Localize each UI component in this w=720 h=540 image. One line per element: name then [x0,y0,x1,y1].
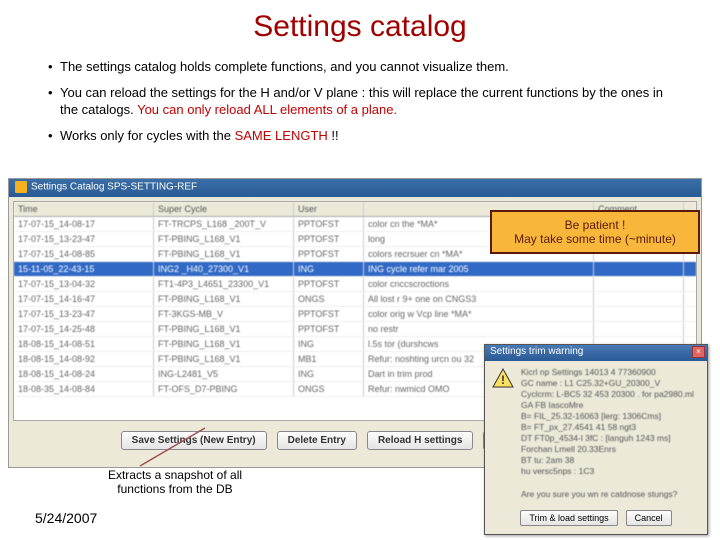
bullet-3-suffix: !! [328,128,339,143]
table-cell [594,322,684,336]
trim-warning-dialog: Settings trim warning × ! Kicrl np Setti… [484,344,708,535]
table-cell: 17-07-15_13-23-47 [14,307,154,321]
table-row[interactable]: 15-11-05_22-43-15ING2 _H40_27300_V1INGIN… [14,262,696,277]
dialog-title: Settings trim warning [490,346,583,357]
table-cell: ONGS [294,382,364,396]
table-cell: 17-07-15_14-08-85 [14,247,154,261]
table-cell: 18-08-15_14-08-92 [14,352,154,366]
table-cell: FT-OFS_D7-PBING [154,382,294,396]
table-cell: 18-08-35_14-08-84 [14,382,154,396]
table-cell: FT-PBING_L168_V1 [154,322,294,336]
table-cell: FT-PBING_L168_V1 [154,352,294,366]
table-cell: FT-PBING_L168_V1 [154,292,294,306]
bullet-2-highlight: You can only reload ALL elements of a pl… [137,102,397,117]
patient-line2: May take some time (~minute) [500,232,690,246]
table-cell: ING [294,262,364,276]
table-row[interactable]: 17-07-15_13-04-32FT1-4P3_L4651_23300_V1P… [14,277,696,292]
table-cell: FT-PBING_L168_V1 [154,247,294,261]
table-row[interactable]: 17-07-15_14-16-47FT-PBING_L168_V1ONGSAll… [14,292,696,307]
footer-date: 5/24/2007 [35,510,97,526]
col-supercycle: Super Cycle [154,202,294,216]
table-cell: 17-07-15_14-25-48 [14,322,154,336]
table-cell: ING cycle refer mar 2005 [364,262,594,276]
table-cell [594,307,684,321]
bullet-3-prefix: Works only for cycles with the [60,128,235,143]
bullet-list: The settings catalog holds complete func… [0,58,720,144]
table-cell: ING [294,337,364,351]
table-cell: 15-11-05_22-43-15 [14,262,154,276]
table-cell: 17-07-15_14-08-17 [14,217,154,231]
table-cell [594,277,684,291]
app-icon [15,181,27,193]
table-cell [594,262,684,276]
table-cell: 18-08-15_14-08-24 [14,367,154,381]
arrow-annotation [130,426,210,476]
bullet-2: You can reload the settings for the H an… [48,84,672,119]
table-cell: 18-08-15_14-08-51 [14,337,154,351]
table-cell: ING2 _H40_27300_V1 [154,262,294,276]
table-cell: PPTOFST [294,217,364,231]
table-cell: FT1-4P3_L4651_23300_V1 [154,277,294,291]
delete-entry-button[interactable]: Delete Entry [277,431,357,450]
table-cell: 17-07-15_13-04-32 [14,277,154,291]
callout-be-patient: Be patient ! May take some time (~minute… [490,210,700,254]
svg-text:!: ! [501,373,505,387]
table-cell: FT-PBING_L168_V1 [154,232,294,246]
table-cell: no restr [364,322,594,336]
table-cell: 17-07-15_13-23-47 [14,232,154,246]
table-cell: MB1 [294,352,364,366]
warning-icon: ! [491,367,515,391]
window-titlebar: Settings Catalog SPS-SETTING-REF [9,179,701,197]
table-row[interactable]: 17-07-15_13-23-47FT-3KGS-MB_VPPTOFSTcolo… [14,307,696,322]
table-cell: PPTOFST [294,277,364,291]
table-cell: FT-3KGS-MB_V [154,307,294,321]
table-cell: All lost r 9+ one on CNGS3 [364,292,594,306]
table-cell: ING [294,367,364,381]
reload-h-button[interactable]: Reload H settings [367,431,473,450]
table-cell [594,292,684,306]
table-cell: PPTOFST [294,307,364,321]
patient-line1: Be patient ! [500,218,690,232]
col-time: Time [14,202,154,216]
table-cell: color orig w Vcp line *MA* [364,307,594,321]
extract-line2: functions from the DB [80,482,270,496]
table-cell: PPTOFST [294,247,364,261]
table-cell: ING-L2481_V5 [154,367,294,381]
table-cell: FT-TRCPS_L168 _200T_V [154,217,294,231]
table-row[interactable]: 17-07-15_14-25-48FT-PBING_L168_V1PPTOFST… [14,322,696,337]
bullet-3-highlight: SAME LENGTH [235,128,328,143]
dialog-titlebar: Settings trim warning × [485,345,707,361]
trim-load-button[interactable]: Trim & load settings [520,510,617,526]
bullet-1: The settings catalog holds complete func… [48,58,672,76]
table-cell: PPTOFST [294,322,364,336]
col-user: User [294,202,364,216]
table-cell: color cnccscroctions [364,277,594,291]
dialog-message: Kicrl np Settings 14013 4 77360900GC nam… [521,367,694,500]
window-title: Settings Catalog SPS-SETTING-REF [31,182,197,193]
table-cell: FT-PBING_L168_V1 [154,337,294,351]
bullet-3: Works only for cycles with the SAME LENG… [48,127,672,145]
close-icon[interactable]: × [692,346,705,358]
cancel-button[interactable]: Cancel [626,510,672,526]
table-cell: ONGS [294,292,364,306]
table-cell: PPTOFST [294,232,364,246]
table-cell: 17-07-15_14-16-47 [14,292,154,306]
slide-title: Settings catalog [0,0,720,58]
